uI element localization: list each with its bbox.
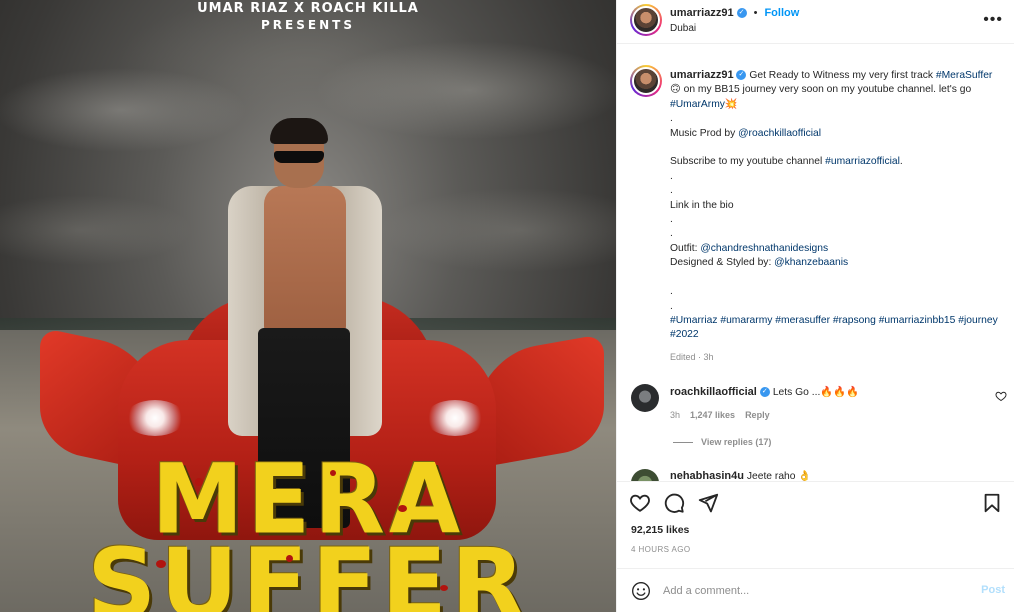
verified-badge-icon: ✓ [736, 70, 747, 81]
caption-text: 🙃 on my BB15 journey very soon on my you… [670, 84, 972, 96]
follow-button[interactable]: Follow [764, 7, 799, 19]
comment-item: nehabhasin4u Jeete raho 👌 [670, 469, 811, 481]
avatar[interactable] [630, 4, 662, 36]
hashtag-link[interactable]: #umarriazofficial [825, 156, 900, 167]
headlight-left [125, 400, 185, 436]
comment-text: Jeete raho 👌 [746, 471, 812, 481]
hashtag-links[interactable]: #Umarriaz #umararmy #merasuffer #rapsong… [670, 315, 998, 340]
blood-splatter [440, 585, 448, 591]
comment-username[interactable]: nehabhasin4u [670, 470, 744, 481]
poster-title-line2: SUFFER [87, 528, 529, 612]
comment-username[interactable]: roachkillaofficial [670, 386, 757, 398]
view-replies-button[interactable]: View replies (17) [673, 437, 771, 447]
caption-text: Subscribe to my youtube channel [670, 156, 823, 168]
comment-time: 3h [670, 410, 681, 420]
more-options-icon[interactable]: ••• [983, 12, 1003, 28]
hair [270, 118, 328, 144]
comment-avatar[interactable] [631, 469, 659, 481]
hashtag-link[interactable]: #MeraSuffer [936, 70, 992, 81]
poster-presents: PRESENTS [261, 18, 355, 32]
comment-meta: 3h 1,247 likes Reply [670, 410, 770, 420]
emoji-icon[interactable] [631, 581, 651, 601]
blood-splatter [286, 555, 293, 562]
likes-count[interactable]: 92,215 likes [631, 524, 689, 536]
torso [264, 186, 346, 336]
view-replies-label: View replies (17) [701, 437, 772, 447]
post-caption: umarriazz91 ✓ Get Ready to Witness my ve… [670, 68, 1000, 343]
separator: • [753, 7, 758, 19]
username[interactable]: umarriazz91 [670, 7, 734, 19]
share-plane-icon[interactable] [697, 492, 719, 514]
edited-timestamp: Edited · 3h [670, 352, 714, 362]
post-sidebar: umarriazz91 ✓ • Follow Dubai ••• umarria… [616, 0, 1014, 612]
add-comment-bar: Post [617, 568, 1014, 612]
headlight-right [425, 400, 485, 436]
save-bookmark-icon[interactable] [981, 492, 1003, 514]
mention-link[interactable]: @khanzebaanis [774, 257, 848, 268]
like-comment-heart-icon[interactable] [995, 390, 1007, 402]
comment-item: roachkillaofficial ✓ Lets Go ...🔥🔥🔥 [670, 385, 859, 399]
replies-divider [673, 441, 693, 443]
post-comment-button[interactable]: Post [981, 584, 1005, 596]
verified-badge-icon: ✓ [759, 386, 770, 397]
location-link[interactable]: Dubai [670, 23, 696, 34]
caption-text: . . . Link in the bio . . Outfit: [670, 156, 903, 254]
caption-text: Designed & Styled by: [670, 257, 772, 269]
comment-input[interactable] [663, 581, 963, 601]
comment-avatar[interactable] [631, 384, 659, 412]
comments-scroll-area[interactable]: umarriazz91 ✓ Get Ready to Witness my ve… [617, 45, 1014, 481]
avatar[interactable] [630, 65, 662, 97]
caption-text: Get Ready to Witness my very first track [749, 70, 936, 81]
comment-text: Lets Go ...🔥🔥🔥 [772, 387, 859, 398]
comment-likes[interactable]: 1,247 likes [690, 410, 735, 420]
like-heart-icon[interactable] [629, 492, 651, 514]
blood-splatter [195, 478, 203, 486]
poster-credit-line: UMAR RIAZ X ROACH KILLA [197, 1, 419, 16]
mention-link[interactable]: @roachkillaofficial [738, 128, 821, 139]
header-user-line: umarriazz91 ✓ • Follow [670, 7, 799, 19]
caption-username[interactable]: umarriazz91 [670, 69, 734, 81]
blood-splatter [398, 505, 407, 512]
mention-link[interactable]: @chandreshnathanidesigns [700, 243, 828, 254]
reply-button[interactable]: Reply [745, 410, 770, 420]
blood-splatter [330, 470, 336, 476]
poster-credit: UMAR RIAZ X ROACH KILLA PRESENTS [0, 0, 616, 32]
post-actions-bar [617, 481, 1014, 521]
post-header: umarriazz91 ✓ • Follow Dubai ••• [617, 0, 1014, 44]
post-time-ago[interactable]: 4 HOURS AGO [631, 545, 691, 554]
comment-bubble-icon[interactable] [663, 492, 685, 514]
caption-text: . . [670, 286, 673, 312]
post-image[interactable]: UMAR RIAZ X ROACH KILLA PRESENTS MERA SU… [0, 0, 616, 612]
verified-badge-icon: ✓ [736, 8, 747, 18]
hashtag-link[interactable]: #UmarArmy [670, 99, 725, 110]
sunglasses [274, 151, 324, 163]
blood-splatter [156, 560, 166, 568]
